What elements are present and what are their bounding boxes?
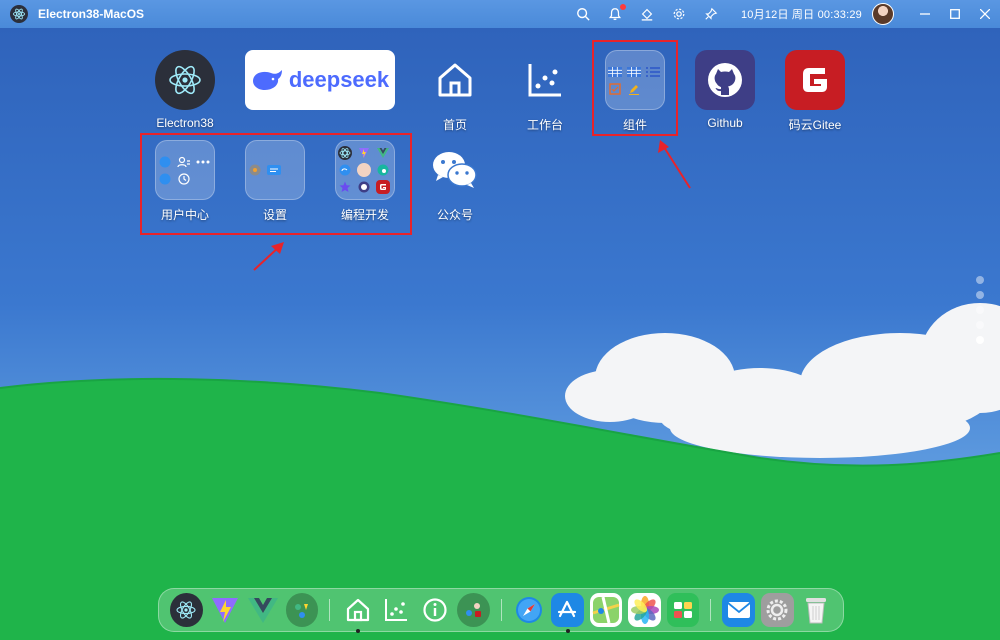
page-indicator: [976, 276, 984, 351]
minimize-button[interactable]: [910, 0, 940, 28]
dock: [158, 588, 844, 633]
app-title: Electron38-MacOS: [38, 7, 145, 21]
desktop-icon-deepseek[interactable]: deepseek: [244, 50, 396, 110]
pin-icon[interactable]: [703, 6, 719, 22]
notification-badge: [619, 4, 626, 10]
dock-trash-icon[interactable]: [800, 593, 833, 627]
gear-icon[interactable]: [671, 6, 687, 22]
gitee-icon: [785, 50, 845, 110]
highlight-box-folders: [140, 133, 412, 235]
dock-mail-icon[interactable]: [722, 593, 755, 627]
dock-folder-icon[interactable]: [285, 593, 319, 627]
close-button[interactable]: [970, 0, 1000, 28]
dock-calendar-icon[interactable]: [666, 593, 700, 627]
desktop-icon-wechat[interactable]: 公众号: [415, 140, 495, 223]
icon-label: 公众号: [436, 208, 473, 222]
icon-label: 工作台: [526, 118, 563, 132]
desktop-icon-home[interactable]: 首页: [415, 50, 495, 133]
dock-maps-icon[interactable]: [589, 593, 623, 627]
maximize-button[interactable]: [940, 0, 970, 28]
dock-electron-icon[interactable]: [170, 593, 203, 627]
dock-vue-icon[interactable]: [247, 593, 280, 627]
home-icon: [425, 50, 485, 110]
page-dot[interactable]: [976, 321, 984, 329]
search-icon[interactable]: [575, 6, 591, 22]
page-dot[interactable]: [976, 276, 984, 284]
dock-info-icon[interactable]: [418, 593, 451, 627]
dock-safari-icon[interactable]: [513, 593, 546, 627]
icon-label: 码云Gitee: [788, 118, 842, 132]
dock-vite-icon[interactable]: [209, 593, 242, 627]
deepseek-wordmark: deepseek: [288, 67, 390, 92]
red-arrow-up-icon: [253, 242, 284, 271]
electron-logo-icon: [10, 5, 28, 23]
chart-icon: [515, 50, 575, 110]
dock-apps-icon[interactable]: [457, 593, 490, 627]
user-avatar[interactable]: [872, 3, 894, 25]
dock-photos-icon[interactable]: [628, 593, 661, 627]
page-dot[interactable]: [976, 306, 984, 314]
clock: 10月12日 周日 00:33:29: [740, 9, 862, 21]
title-bar: Electron38-MacOS 10月12日 周日 00:33:29: [0, 0, 1000, 28]
notification-bell-icon[interactable]: [607, 4, 626, 22]
desktop-icon-gitee[interactable]: 码云Gitee: [775, 50, 855, 133]
desktop-icon-workbench[interactable]: 工作台: [505, 50, 585, 133]
dock-separator: [710, 599, 712, 621]
electron-icon: [155, 50, 215, 110]
whale-icon: [252, 70, 282, 90]
dock-appstore-icon[interactable]: [551, 593, 584, 633]
icon-label: Github: [707, 116, 743, 130]
wechat-icon: [425, 140, 485, 200]
red-arrow-up-icon: [658, 140, 691, 189]
icon-label: 首页: [442, 118, 467, 132]
dock-settings-icon[interactable]: [760, 593, 794, 627]
page-dot[interactable]: [976, 336, 984, 344]
page-dot[interactable]: [976, 291, 984, 299]
desktop-icon-electron[interactable]: Electron38: [145, 50, 225, 130]
dock-separator: [329, 599, 331, 621]
dock-home-icon[interactable]: [341, 593, 374, 633]
icon-label: Electron38: [156, 116, 214, 130]
dock-chart-icon[interactable]: [380, 593, 413, 627]
dock-separator: [500, 599, 502, 621]
github-icon: [695, 50, 755, 110]
paint-bucket-icon[interactable]: [639, 6, 655, 22]
highlight-box-components: [592, 40, 678, 136]
deepseek-logo: deepseek: [245, 50, 395, 110]
desktop-icon-github[interactable]: Github: [685, 50, 765, 130]
